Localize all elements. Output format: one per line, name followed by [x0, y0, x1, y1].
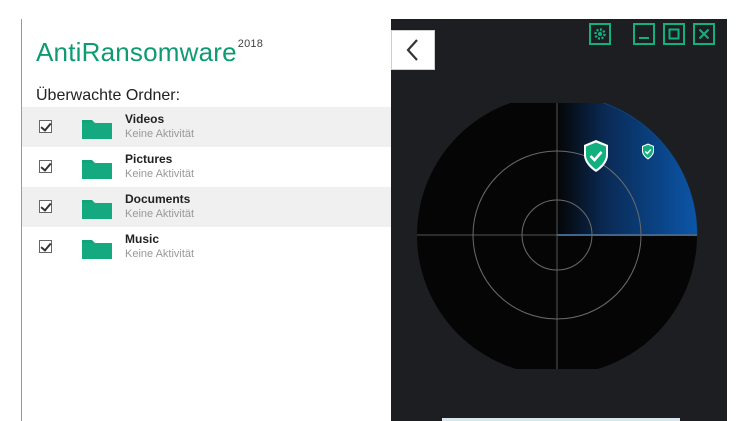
settings-button[interactable]: [589, 23, 611, 45]
close-button[interactable]: [693, 23, 715, 45]
folder-status: Keine Aktivität: [125, 128, 195, 140]
radar-sweep: [557, 103, 697, 235]
folder-checkbox-documents[interactable]: [39, 200, 52, 213]
gear-icon: [594, 28, 606, 40]
app-title: AntiRansomware2018: [36, 37, 263, 68]
app-title-text: AntiRansomware: [36, 37, 237, 67]
folder-checkbox-pictures[interactable]: [39, 160, 52, 173]
folder-icon: [82, 240, 112, 259]
folder-row-documents[interactable]: Documents Keine Aktivität: [22, 187, 392, 227]
maximize-button[interactable]: [663, 23, 685, 45]
folder-name: Pictures: [125, 152, 173, 166]
folder-status: Keine Aktivität: [125, 208, 195, 220]
radar-panel: [391, 19, 727, 421]
folder-name: Music: [125, 232, 160, 246]
close-icon: [698, 28, 710, 40]
folder-row-videos[interactable]: Videos Keine Aktivität: [22, 107, 392, 147]
folder-name: Videos: [125, 112, 165, 126]
minimize-button[interactable]: [633, 23, 655, 45]
folder-checkbox-videos[interactable]: [39, 120, 52, 133]
folder-icon: [82, 160, 112, 179]
folder-name: Documents: [125, 192, 191, 206]
folder-status: Keine Aktivität: [125, 248, 195, 260]
app-title-year: 2018: [237, 38, 264, 51]
chevron-left-icon: [406, 39, 418, 61]
folder-list: Videos Keine Aktivität Pictures Keine Ak…: [22, 107, 392, 267]
folder-row-music[interactable]: Music Keine Aktivität: [22, 227, 392, 267]
folder-icon: [82, 200, 112, 219]
monitored-folders-heading: Überwachte Ordner:: [36, 87, 181, 104]
folder-row-pictures[interactable]: Pictures Keine Aktivität: [22, 147, 392, 187]
minimize-icon: [639, 37, 649, 39]
left-panel: AntiRansomware2018 Überwachte Ordner: Vi…: [21, 19, 392, 421]
radar-display: [417, 103, 698, 369]
maximize-icon: [668, 28, 680, 40]
folder-checkbox-music[interactable]: [39, 240, 52, 253]
folder-icon: [82, 120, 112, 139]
back-button[interactable]: [391, 30, 435, 70]
folder-status: Keine Aktivität: [125, 168, 195, 180]
